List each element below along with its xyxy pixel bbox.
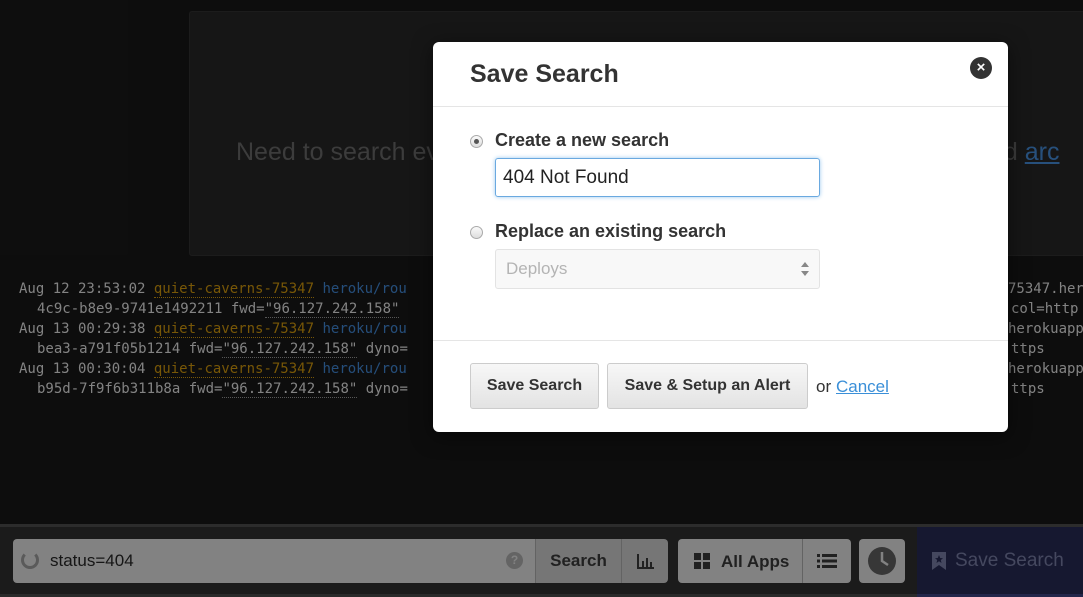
create-new-label[interactable]: Create a new search bbox=[495, 130, 669, 151]
dialog-footer: Save Search Save & Setup an Alert or Can… bbox=[433, 340, 1008, 433]
cancel-link[interactable]: Cancel bbox=[836, 377, 889, 397]
save-search-button[interactable]: Save Search bbox=[470, 363, 599, 409]
replace-existing-label[interactable]: Replace an existing search bbox=[495, 221, 726, 242]
existing-search-selected: Deploys bbox=[506, 259, 568, 278]
search-name-input[interactable]: 404 Not Found bbox=[495, 158, 820, 197]
dialog-title: Save Search bbox=[470, 60, 619, 88]
dialog-header: Save Search × bbox=[433, 42, 1008, 107]
select-arrows-icon bbox=[801, 262, 809, 276]
replace-existing-radio[interactable] bbox=[470, 226, 483, 239]
existing-search-select[interactable]: Deploys bbox=[495, 249, 820, 289]
save-search-dialog: Save Search × Create a new search 404 No… bbox=[433, 42, 1008, 432]
save-and-alert-button[interactable]: Save & Setup an Alert bbox=[607, 363, 808, 409]
create-new-radio[interactable] bbox=[470, 135, 483, 148]
close-icon[interactable]: × bbox=[970, 57, 992, 79]
or-text: or bbox=[816, 377, 832, 396]
